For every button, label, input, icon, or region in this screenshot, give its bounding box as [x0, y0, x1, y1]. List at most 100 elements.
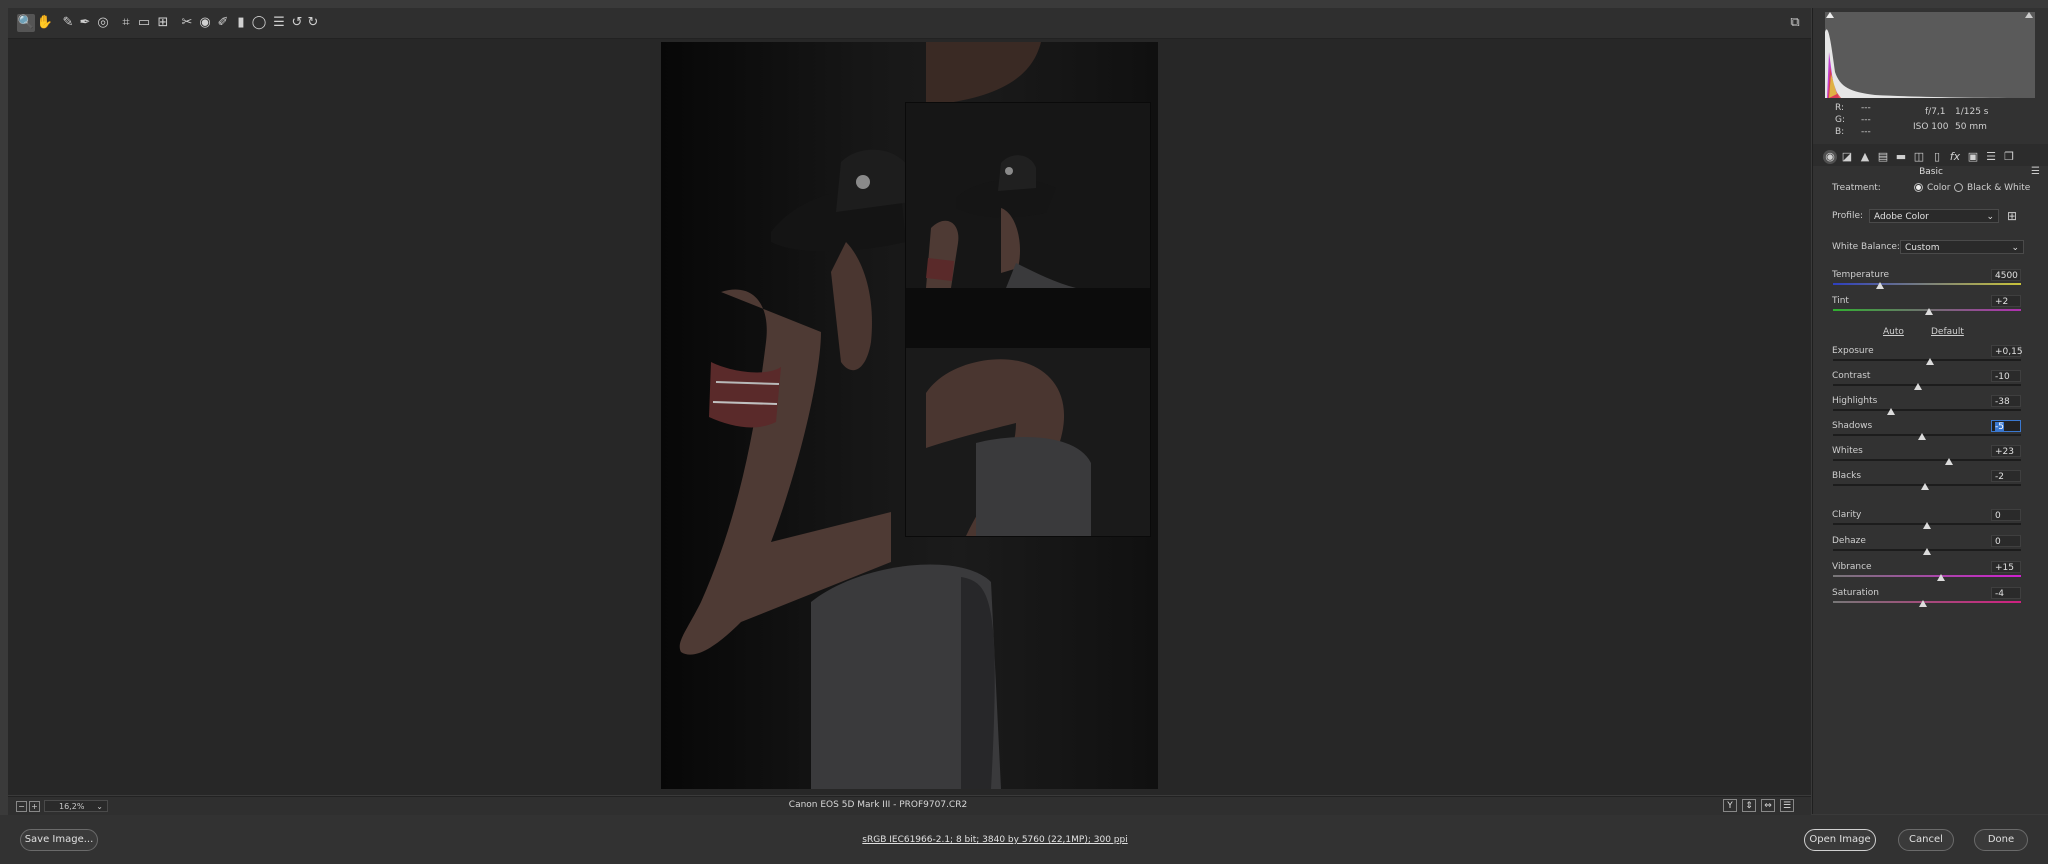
image-canvas[interactable] [8, 39, 1811, 795]
saturation-value-field[interactable]: -4 [1991, 587, 2021, 599]
image-preview [661, 42, 1158, 789]
zoom-in-button[interactable]: + [29, 801, 40, 812]
chevron-down-icon: ⌄ [96, 802, 103, 811]
dehaze-slider-thumb[interactable] [1923, 548, 1931, 555]
histogram [1825, 12, 2035, 98]
shadows-label: Shadows [1832, 421, 1873, 431]
treatment-bw-radio[interactable] [1954, 183, 1963, 192]
white-balance-label: White Balance: [1832, 242, 1900, 252]
zoom-level-select[interactable]: 16,2% ⌄ [44, 800, 108, 812]
red-eye-tool-icon[interactable]: ◉ [196, 14, 214, 32]
straighten-tool-icon[interactable]: ▭ [135, 14, 153, 32]
treatment-color-radio[interactable] [1914, 183, 1923, 192]
detail-tab-icon[interactable]: ▲ [1858, 150, 1872, 164]
temperature-slider-thumb[interactable] [1876, 282, 1884, 289]
presets-tab-icon[interactable]: ☰ [1984, 150, 1998, 164]
shadows-slider-track[interactable] [1833, 434, 2021, 436]
aperture-value: f/7,1 [1925, 107, 1946, 117]
tint-slider-thumb[interactable] [1924, 308, 1933, 315]
exposure-slider-thumb[interactable] [1925, 358, 1934, 365]
auto-link[interactable]: Auto [1883, 327, 1904, 337]
spot-removal-tool-icon[interactable]: ✂ [178, 14, 196, 32]
workflow-options-link[interactable]: sRGB IEC61966-2.1; 8 bit; 3840 by 5760 (… [795, 835, 1195, 845]
default-link[interactable]: Default [1931, 327, 1964, 337]
save-image-button[interactable]: Save Image... [20, 829, 98, 851]
whites-slider-thumb[interactable] [1944, 458, 1953, 465]
zoom-tool-icon[interactable]: 🔍 [17, 14, 35, 32]
rotate-right-tool-icon[interactable]: ↻ [304, 14, 322, 32]
white-balance-tool-icon[interactable]: ✎ [59, 14, 77, 32]
highlights-slider-track[interactable] [1833, 409, 2021, 411]
vibrance-value-field[interactable]: +15 [1991, 561, 2021, 573]
before-after-toggle-icon[interactable]: Y [1723, 799, 1737, 812]
swap-settings-icon[interactable]: ⇕ [1742, 799, 1756, 812]
hsl-tab-icon[interactable]: ▤ [1876, 150, 1890, 164]
transform-tool-icon[interactable]: ⊞ [154, 14, 172, 32]
done-button[interactable]: Done [1974, 829, 2028, 851]
whites-slider-track[interactable] [1833, 459, 2021, 461]
blacks-value-field[interactable]: -2 [1991, 470, 2021, 482]
vibrance-slider-thumb[interactable] [1937, 574, 1946, 581]
white-balance-select[interactable]: Custom ⌄ [1900, 240, 2024, 254]
clarity-slider-thumb[interactable] [1923, 522, 1931, 529]
open-image-button[interactable]: Open Image [1804, 829, 1876, 851]
histogram-graph [1825, 29, 2035, 98]
adjustment-brush-tool-icon[interactable]: ✐ [214, 14, 232, 32]
preview-preferences-icon[interactable]: ☰ [1780, 799, 1794, 812]
blacks-slider-thumb[interactable] [1921, 483, 1930, 490]
calibration-tab-icon[interactable]: ▣ [1966, 150, 1980, 164]
saturation-slider-thumb[interactable] [1919, 600, 1928, 607]
profile-value: Adobe Color [1874, 212, 1929, 222]
exposure-value-field[interactable]: +0,15 [1991, 345, 2023, 357]
preferences-tool-icon[interactable]: ☰ [270, 14, 288, 32]
panel-menu-icon[interactable]: ☰ [2031, 166, 2040, 177]
cancel-button[interactable]: Cancel [1898, 829, 1954, 851]
targeted-adjustment-tool-icon[interactable]: ◎ [94, 14, 112, 32]
lens-corrections-tab-icon[interactable]: ◫ [1912, 150, 1926, 164]
tint-value-field[interactable]: +2 [1991, 295, 2021, 307]
split-toning-tab-icon[interactable]: ▬ [1894, 150, 1908, 164]
vibrance-slider-track[interactable] [1833, 575, 2021, 577]
whites-value-field[interactable]: +23 [1991, 445, 2021, 457]
contrast-slider-thumb[interactable] [1913, 383, 1922, 390]
highlights-value-field[interactable]: -38 [1991, 395, 2021, 407]
temperature-value-field[interactable]: 4500 [1991, 269, 2021, 281]
chevron-down-icon: ⌄ [1986, 212, 1994, 222]
vibrance-label: Vibrance [1832, 562, 1872, 572]
basic-tab-icon[interactable]: ◉ [1823, 150, 1837, 164]
saturation-label: Saturation [1832, 588, 1879, 598]
radial-filter-tool-icon[interactable]: ◯ [250, 14, 268, 32]
status-bar: − + 16,2% ⌄ Canon EOS 5D Mark III - PROF… [8, 796, 1811, 815]
copy-settings-icon[interactable]: ⇔ [1761, 799, 1775, 812]
color-sampler-tool-icon[interactable]: ✒ [76, 14, 94, 32]
crop-tool-icon[interactable]: ⌗ [117, 14, 135, 32]
clarity-value-field[interactable]: 0 [1991, 509, 2021, 521]
hand-tool-icon[interactable]: ✋ [36, 14, 54, 32]
contrast-value-field[interactable]: -10 [1991, 370, 2021, 382]
highlight-clipping-warning-icon[interactable] [2025, 12, 2033, 18]
dehaze-value-field[interactable]: 0 [1991, 535, 2021, 547]
highlights-slider-thumb[interactable] [1887, 408, 1896, 415]
transform-tab-icon[interactable]: ▯ [1930, 150, 1944, 164]
adjustments-panel: R: --- G: --- B: --- f/7,1 1/125 s ISO 1… [1812, 8, 2048, 814]
tone-curve-tab-icon[interactable]: ◪ [1840, 150, 1854, 164]
shadows-value-field[interactable]: -5 [1991, 420, 2021, 432]
shadows-value-selection: -5 [1995, 422, 2004, 432]
profile-browser-grid-icon[interactable]: ⊞ [2005, 209, 2019, 223]
zoom-out-button[interactable]: − [16, 801, 27, 812]
profile-select[interactable]: Adobe Color ⌄ [1869, 209, 1999, 223]
white-balance-value: Custom [1905, 243, 1940, 253]
graduated-filter-tool-icon[interactable]: ▮ [232, 14, 250, 32]
snapshots-tab-icon[interactable]: ❐ [2002, 150, 2016, 164]
shadows-slider-thumb[interactable] [1918, 433, 1927, 440]
focal-length-value: 50 mm [1955, 122, 1987, 132]
contrast-slider-track[interactable] [1833, 384, 2021, 386]
inset-figure [906, 103, 1150, 536]
temperature-slider-track[interactable] [1833, 283, 2021, 285]
g-value: --- [1861, 115, 1871, 125]
whites-label: Whites [1832, 446, 1863, 456]
effects-tab-icon[interactable]: fx [1948, 150, 1962, 164]
camera-info: Canon EOS 5D Mark III - PROF9707.CR2 [788, 800, 968, 810]
fullscreen-toggle-icon[interactable]: ⧉ [1786, 14, 1804, 32]
shadow-clipping-warning-icon[interactable] [1826, 12, 1834, 18]
